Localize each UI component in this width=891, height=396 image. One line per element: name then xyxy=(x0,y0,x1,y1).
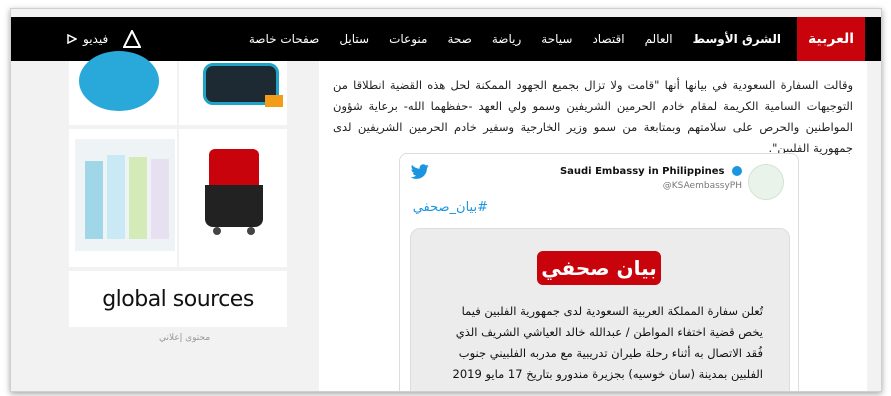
nav-item-middle-east[interactable]: الشرق الأوسط xyxy=(693,32,781,46)
video-label: فيديو xyxy=(83,32,109,46)
nav-item-world[interactable]: العالم xyxy=(645,32,673,46)
nav-item-sports[interactable]: رياضة xyxy=(492,32,521,46)
play-icon xyxy=(67,34,77,44)
ad-tile-ball[interactable] xyxy=(69,51,177,125)
site-logo[interactable]: العربية xyxy=(797,17,865,61)
ad-tile-vacuum[interactable] xyxy=(179,129,287,267)
nav-item-special-pages[interactable]: صفحات خاصة xyxy=(249,32,319,46)
top-navigation-bar: العربية الشرق الأوسط العالم اقتصاد سياحة… xyxy=(11,17,881,61)
bottles-image xyxy=(75,139,175,251)
tweet-author-name[interactable]: Saudi Embassy in Philippines xyxy=(560,166,742,177)
twitter-bird-icon[interactable] xyxy=(410,164,430,180)
ad-tile-bottles[interactable] xyxy=(69,129,177,267)
sidebar-ads: global sources محتوى إعلاني xyxy=(69,51,287,391)
author-name-text: Saudi Embassy in Philippines xyxy=(559,166,725,177)
embedded-tweet[interactable]: Saudi Embassy in Philippines @KSAembassy… xyxy=(399,153,799,391)
press-release-banner: بيان صحفي xyxy=(537,251,661,285)
nav-item-tourism[interactable]: سياحة xyxy=(541,32,572,46)
nav-item-style[interactable]: ستايل xyxy=(339,32,369,46)
press-release-image: بيان صحفي تُعلن سفارة المملكة العربية ال… xyxy=(410,228,790,391)
price-tag xyxy=(265,95,283,107)
article-body: وقالت السفارة السعودية في بيانها أنها "ق… xyxy=(319,61,867,391)
tweet-hashtag[interactable]: #بيان_صحفي xyxy=(413,200,488,215)
nav-item-misc[interactable]: منوعات xyxy=(389,32,427,46)
embassy-avatar[interactable] xyxy=(748,164,784,200)
channel-icon[interactable] xyxy=(123,30,141,48)
ad-tile-gadget[interactable] xyxy=(179,61,287,125)
nav-item-health[interactable]: صحة xyxy=(447,32,471,46)
nav-item-economy[interactable]: اقتصاد xyxy=(592,32,624,46)
tweet-header: Saudi Embassy in Philippines @KSAembassy… xyxy=(560,166,742,191)
vacuum-image xyxy=(199,149,269,235)
sponsored-note: محتوى إعلاني xyxy=(159,333,211,343)
article-paragraph: وقالت السفارة السعودية في بيانها أنها "ق… xyxy=(333,78,853,155)
verified-badge-icon xyxy=(732,166,742,176)
global-sources-logo: global sources xyxy=(102,286,254,312)
ad-tile-global-sources[interactable]: global sources xyxy=(69,271,287,327)
browser-frame: العربية الشرق الأوسط العالم اقتصاد سياحة… xyxy=(10,8,882,392)
ball-image xyxy=(79,51,159,111)
main-nav: الشرق الأوسط العالم اقتصاد سياحة رياضة ص… xyxy=(249,32,781,46)
tweet-handle[interactable]: @KSAembassyPH xyxy=(560,181,742,191)
press-release-text: تُعلن سفارة المملكة العربية السعودية لدى… xyxy=(452,304,763,391)
